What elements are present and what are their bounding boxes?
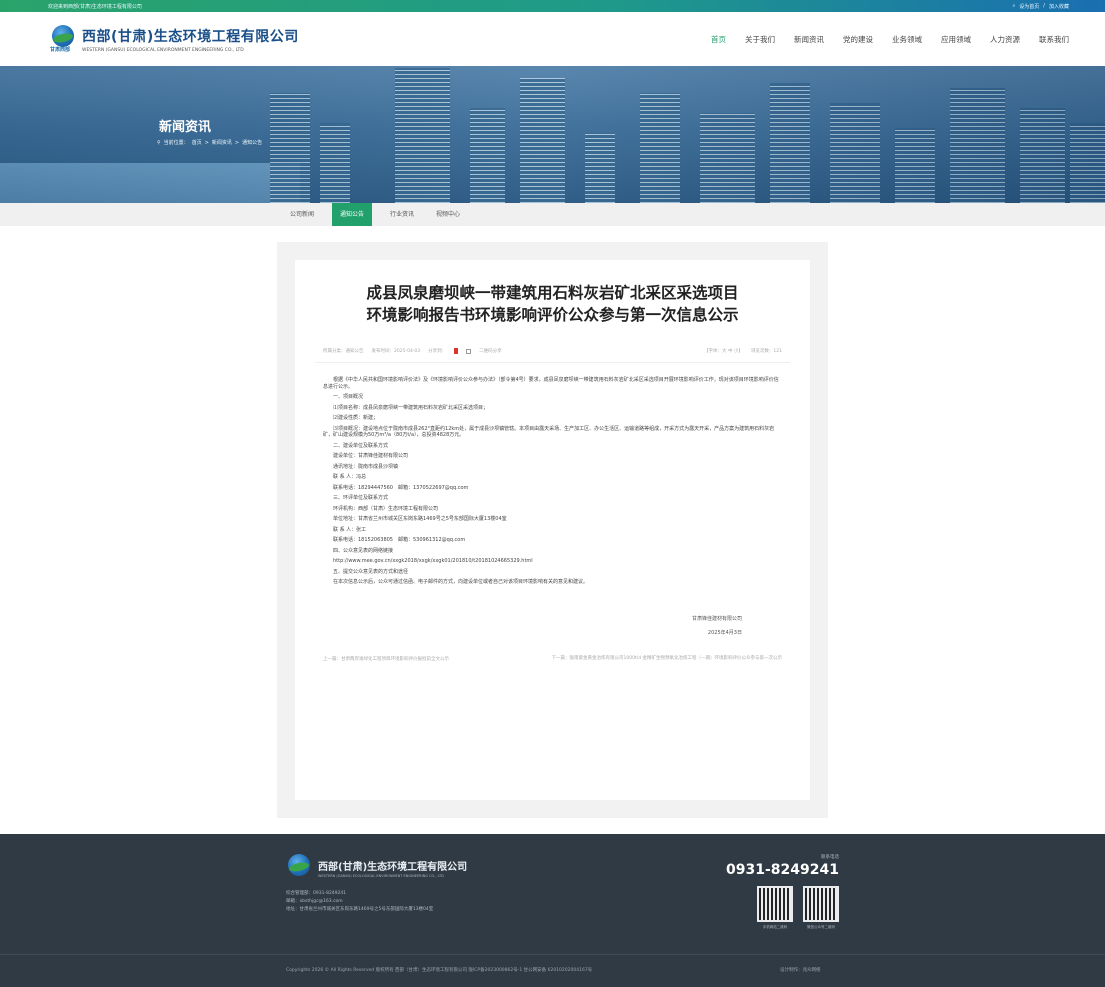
breadcrumb-home[interactable]: 首页: [192, 139, 202, 146]
article-paragraph: 环评机构：西部（甘肃）生态环境工程有限公司: [333, 505, 439, 512]
article-paragraph: 联 系 人：张工: [333, 526, 367, 533]
breadcrumb-label: 当前位置：: [163, 140, 189, 146]
nav-item-hr[interactable]: 人力资源: [990, 34, 1020, 45]
article-paragraph: 单位地址：甘肃省兰州市城关区东岗东路1469号之5号东部国际大厦13楼04室: [333, 516, 507, 522]
nav-item-news[interactable]: 新闻资讯: [794, 34, 824, 45]
logo-badge: 甘肃西部: [50, 47, 71, 53]
search-icon[interactable]: ⌕: [1012, 3, 1015, 9]
next-article-link[interactable]: 下一篇：陇南紫金黄金冶炼有限公司1000t/d 金精矿生物预氧化冶炼工程（一期）…: [542, 656, 782, 662]
meta-views: 浏览次数：121: [750, 349, 782, 354]
article-paragraph: ⑶项目概况：建设地点位于陇南市成县262°直距约12km处，属于成县沙坝镇管辖。…: [323, 425, 775, 439]
breadcrumb-separator: >: [204, 139, 209, 146]
copyright-text: Copyrights 2026 © All Rights Reserved 版权…: [286, 968, 593, 973]
welcome-text: 欢迎来到西部(甘肃)生态环境工程有限公司: [48, 3, 142, 10]
signature-company: 甘肃锋佳建材有限公司: [691, 615, 742, 622]
location-pin-icon: ⚲: [157, 139, 161, 146]
public-opinion-link[interactable]: http://www.mee.gov.cn/xxgk2018/xxgk/xxgk…: [323, 558, 782, 565]
company-name: 西部(甘肃)生态环境工程有限公司: [82, 28, 299, 45]
main-nav: 首页 关于我们 新闻资讯 党的建设 业务领域 应用领域 人力资源 联系我们: [711, 34, 1069, 45]
article-paragraph: ⑵建设性质：新建；: [333, 415, 379, 421]
top-links-divider: /: [1043, 3, 1045, 9]
qr-code-icon: [803, 886, 839, 922]
set-homepage-link[interactable]: 设为首页: [1019, 3, 1039, 10]
footer-hotline-block: 联系电话 0931-8249241 手机网站二维码 微信公众号二维码: [726, 854, 839, 930]
article-heading: 一、项目概况: [333, 394, 364, 400]
article-heading: 四、公众意见表的网络链接: [333, 547, 394, 554]
tab-industry-news[interactable]: 行业资讯: [386, 203, 418, 226]
wechat-qr: 微信公众号二维码: [803, 886, 839, 930]
footer-qr-codes: 手机网站二维码 微信公众号二维码: [726, 886, 839, 930]
signature-date: 2025年4月3日: [707, 629, 742, 636]
footer-bottom: Copyrights 2026 © All Rights Reserved 版权…: [0, 954, 1105, 987]
nav-item-business[interactable]: 业务领域: [892, 34, 922, 45]
qr-code-icon: [757, 886, 793, 922]
meta-qr-share[interactable]: 二维码分享: [479, 348, 502, 354]
logo-globe-icon: 甘肃西部: [50, 25, 76, 53]
article-pagination: 上一篇：甘肃两岸滩绿化工程项目环境影响评价报批前全文公示 下一篇：陇南紫金黄金冶…: [315, 640, 790, 662]
site-footer: 西部(甘肃)生态环境工程有限公司 WESTERN (GANSU) ECOLOGI…: [0, 834, 1105, 987]
hotline-number: 0931-8249241: [726, 862, 839, 878]
company-name-en: WESTERN (GANSU) ECOLOGICAL ENVIRONMENT E…: [82, 47, 244, 53]
article-meta: 所属分类：通知公告 发布时间：2025-04-03 分享到： 二维码分享 【字体…: [315, 348, 790, 363]
share-pdf-icon[interactable]: [454, 348, 459, 354]
nav-item-contact[interactable]: 联系我们: [1039, 34, 1069, 45]
page-banner: 新闻资讯 ⚲ 当前位置： 首页 > 新闻资讯 > 通知公告: [0, 66, 1105, 203]
tab-video-center[interactable]: 视频中心: [432, 203, 464, 226]
article-signature: 甘肃锋佳建材有限公司 2025年4月3日: [315, 612, 790, 640]
article-heading: 五、提交公众意见表的方式和途径: [333, 568, 409, 575]
article-title: 成县凤泉磨坝峡一带建筑用石料灰岩矿北采区采选项目 环境影响报告书环境影响评价公众…: [366, 284, 739, 324]
meta-date: 发布时间：2025-04-03: [371, 349, 421, 354]
article-paragraph: 联系电话：18152063805 邮箱：530961312@qq.com: [333, 537, 466, 543]
footer-company-name-en: WESTERN (GANSU) ECOLOGICAL ENVIRONMENT E…: [318, 874, 444, 878]
design-credit[interactable]: 设计制作：兆众网络: [780, 967, 821, 973]
footer-company-name: 西部(甘肃)生态环境工程有限公司: [318, 862, 468, 873]
banner-title: 新闻资讯: [159, 120, 212, 135]
top-bar: 欢迎来到西部(甘肃)生态环境工程有限公司 ⌕ 设为首页 / 加入收藏: [0, 0, 1105, 12]
article-heading: 二、建设单位及联系方式: [333, 442, 389, 449]
nav-item-party[interactable]: 党的建设: [843, 34, 873, 45]
article-paragraph: 建设单位：甘肃锋佳建材有限公司: [333, 453, 409, 459]
article-container: 成县凤泉磨坝峡一带建筑用石料灰岩矿北采区采选项目 环境影响报告书环境影响评价公众…: [277, 242, 828, 818]
article-body: 根据《中华人民共和国环境影响评价法》及《环境影响评价公众参与办法》（部令第4号）…: [315, 363, 790, 586]
meta-share-label: 分享到：: [428, 349, 447, 354]
hotline-label: 联系电话: [821, 855, 839, 860]
mobile-site-qr: 手机网站二维码: [757, 886, 793, 930]
nav-item-applications[interactable]: 应用领域: [941, 34, 971, 45]
qr-code-icon[interactable]: [466, 348, 472, 354]
breadcrumb-current[interactable]: 通知公告: [242, 139, 262, 146]
article-paragraph: 根据《中华人民共和国环境影响评价法》及《环境影响评价公众参与办法》（部令第4号）…: [323, 377, 779, 390]
nav-item-about[interactable]: 关于我们: [745, 34, 775, 45]
banner-title-block: 新闻资讯 ⚲ 当前位置： 首页 > 新闻资讯 > 通知公告: [157, 116, 262, 146]
article-paragraph: 联 系 人：冯总: [333, 474, 367, 480]
article-paragraph: 在本次信息公示后，公众可通过信函、电子邮件的方式，向建设单位或者自己对该项目环境…: [333, 579, 589, 585]
meta-category: 所属分类：通知公告: [323, 349, 364, 354]
breadcrumb-separator: >: [234, 139, 240, 146]
sub-nav: 公司新闻 通知公告 行业资讯 视频中心: [0, 203, 1105, 226]
tab-company-news[interactable]: 公司新闻: [286, 203, 318, 226]
breadcrumb-news[interactable]: 新闻资讯: [212, 139, 232, 146]
article-card: 成县凤泉磨坝峡一带建筑用石料灰岩矿北采区采选项目 环境影响报告书环境影响评价公众…: [295, 260, 810, 800]
article-paragraph: 联系电话：18294447560 邮箱：1370522697@qq.com: [333, 484, 469, 491]
font-size-switcher[interactable]: 【字体：大 中 小】: [704, 348, 743, 354]
main-content: 成县凤泉磨坝峡一带建筑用石料灰岩矿北采区采选项目 环境影响报告书环境影响评价公众…: [0, 226, 1105, 818]
breadcrumb: ⚲ 当前位置： 首页 > 新闻资讯 > 通知公告: [157, 139, 262, 147]
article-paragraph: 通讯地址：陇南市成县沙坝镇: [333, 463, 399, 470]
nav-item-home[interactable]: 首页: [711, 34, 726, 45]
article-heading: 三、环评单位及联系方式: [333, 495, 389, 501]
tab-notices[interactable]: 通知公告: [332, 203, 373, 226]
article-paragraph: ⑴项目名称：成县凤泉磨坝峡一带建筑用石料灰岩矿北采区采选项目；: [333, 404, 489, 411]
footer-globe-icon: [286, 854, 312, 882]
site-header: 甘肃西部 西部(甘肃)生态环境工程有限公司 WESTERN (GANSU) EC…: [0, 12, 1105, 66]
top-links: ⌕ 设为首页 / 加入收藏: [1012, 3, 1069, 10]
prev-article-link[interactable]: 上一篇：甘肃两岸滩绿化工程项目环境影响评价报批前全文公示: [323, 656, 449, 662]
site-logo[interactable]: 甘肃西部 西部(甘肃)生态环境工程有限公司 WESTERN (GANSU) EC…: [50, 25, 299, 53]
add-favorite-link[interactable]: 加入收藏: [1049, 3, 1069, 10]
